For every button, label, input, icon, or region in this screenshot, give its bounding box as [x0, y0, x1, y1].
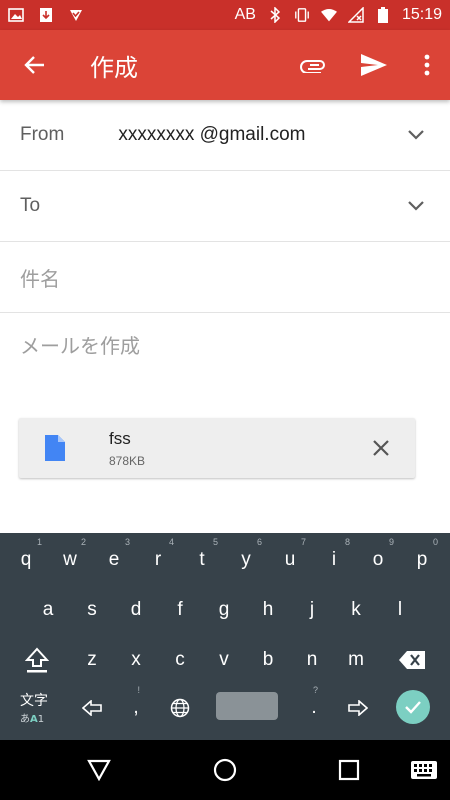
download-icon	[38, 7, 54, 23]
comma-key[interactable]: , !	[114, 683, 158, 733]
keyboard-row-1: q1w2e3r4t5y6u7i8o9p0	[0, 535, 450, 585]
from-address: xxxxxxxx @gmail.com	[118, 124, 306, 145]
key-b[interactable]: b	[246, 635, 290, 685]
key-k[interactable]: k	[334, 585, 378, 635]
more-vert-icon	[424, 54, 430, 76]
key-i[interactable]: i8	[312, 535, 356, 585]
image-icon	[8, 7, 24, 23]
subject-placeholder: 件名	[20, 268, 60, 291]
wifi-icon	[320, 7, 337, 23]
key-r[interactable]: r4	[136, 535, 180, 585]
system-nav-bar	[0, 740, 450, 800]
key-z[interactable]: z	[70, 635, 114, 685]
status-bar: AB 15:19	[0, 0, 450, 30]
keyboard-row-3: zxcvbnm	[0, 635, 450, 685]
key-o[interactable]: o9	[356, 535, 400, 585]
language-key[interactable]	[158, 683, 202, 733]
app-bar: 作成	[0, 30, 450, 100]
key-e[interactable]: e3	[92, 535, 136, 585]
key-l[interactable]: l	[378, 585, 422, 635]
key-h[interactable]: h	[246, 585, 290, 635]
bluetooth-icon	[267, 7, 283, 23]
key-a[interactable]: a	[26, 585, 70, 635]
from-label: From	[20, 124, 65, 145]
key-f[interactable]: f	[158, 585, 202, 635]
key-x[interactable]: x	[114, 635, 158, 685]
input-mode-key[interactable]: 文字 あA1	[20, 690, 48, 725]
cursor-right-key[interactable]	[336, 683, 380, 733]
attach-button[interactable]	[284, 30, 344, 100]
key-u[interactable]: u7	[268, 535, 312, 585]
arrow-left-icon	[24, 56, 44, 74]
key-v[interactable]: v	[202, 635, 246, 685]
cursor-left-key[interactable]	[70, 683, 114, 733]
key-y[interactable]: y6	[224, 535, 268, 585]
recents-square-icon	[338, 759, 360, 781]
nav-keyboard-button[interactable]	[408, 754, 440, 786]
key-q[interactable]: q1	[4, 535, 48, 585]
key-g[interactable]: g	[202, 585, 246, 635]
globe-icon	[170, 698, 190, 718]
period-key[interactable]: . ?	[292, 683, 336, 733]
key-n[interactable]: n	[290, 635, 334, 685]
file-icon	[45, 435, 65, 461]
shift-key[interactable]	[15, 635, 59, 685]
more-options-button[interactable]	[404, 30, 450, 100]
key-m[interactable]: m	[334, 635, 378, 685]
check-icon	[68, 7, 84, 23]
body-field[interactable]: メールを作成	[20, 330, 140, 359]
no-signal-icon	[347, 7, 364, 23]
backspace-key[interactable]	[390, 635, 434, 685]
space-key[interactable]	[216, 692, 278, 720]
attachment-name: fss	[109, 429, 131, 448]
send-button[interactable]	[344, 30, 404, 100]
key-p[interactable]: p0	[400, 535, 444, 585]
nav-recents-button[interactable]	[333, 754, 365, 786]
key-s[interactable]: s	[70, 585, 114, 635]
key-d[interactable]: d	[114, 585, 158, 635]
to-label: To	[20, 195, 41, 216]
chevron-down-icon[interactable]	[406, 199, 426, 213]
arrow-right-outline-icon	[348, 700, 368, 716]
back-button[interactable]	[0, 30, 70, 100]
close-icon[interactable]	[371, 438, 391, 458]
attachment-size: 878KB	[109, 454, 146, 468]
key-c[interactable]: c	[158, 635, 202, 685]
shift-icon	[25, 647, 49, 673]
key-w[interactable]: w2	[48, 535, 92, 585]
attachment-chip[interactable]: fss 878KB	[19, 418, 415, 478]
to-row[interactable]: To	[0, 171, 450, 242]
arrow-left-outline-icon	[82, 700, 102, 716]
nav-home-button[interactable]	[209, 754, 241, 786]
battery-icon	[375, 7, 391, 23]
nav-back-button[interactable]	[83, 754, 115, 786]
screen: AB 15:19 作成 From xxxxxxxx @gmail.com To …	[0, 0, 450, 800]
clock: 15:19	[401, 6, 442, 23]
mode-label: 文字	[20, 693, 48, 709]
vibrate-icon	[294, 7, 310, 23]
paperclip-icon	[300, 60, 325, 73]
enter-key[interactable]	[396, 690, 430, 724]
from-row[interactable]: From xxxxxxxx @gmail.com	[0, 100, 450, 171]
home-circle-icon	[213, 758, 237, 782]
chevron-down-icon[interactable]	[406, 128, 426, 142]
check-icon	[405, 701, 421, 714]
mode-sub: あA1	[20, 714, 45, 725]
keyboard-row-2: asdfghjkl	[0, 585, 450, 635]
keyboard-icon	[411, 761, 437, 779]
key-t[interactable]: t5	[180, 535, 224, 585]
key-j[interactable]: j	[290, 585, 334, 635]
input-indicator: AB	[234, 6, 256, 23]
backspace-icon	[399, 651, 425, 669]
back-triangle-icon	[87, 759, 111, 781]
subject-field[interactable]: 件名	[0, 242, 450, 313]
send-icon	[361, 54, 387, 76]
page-title: 作成	[90, 53, 138, 82]
